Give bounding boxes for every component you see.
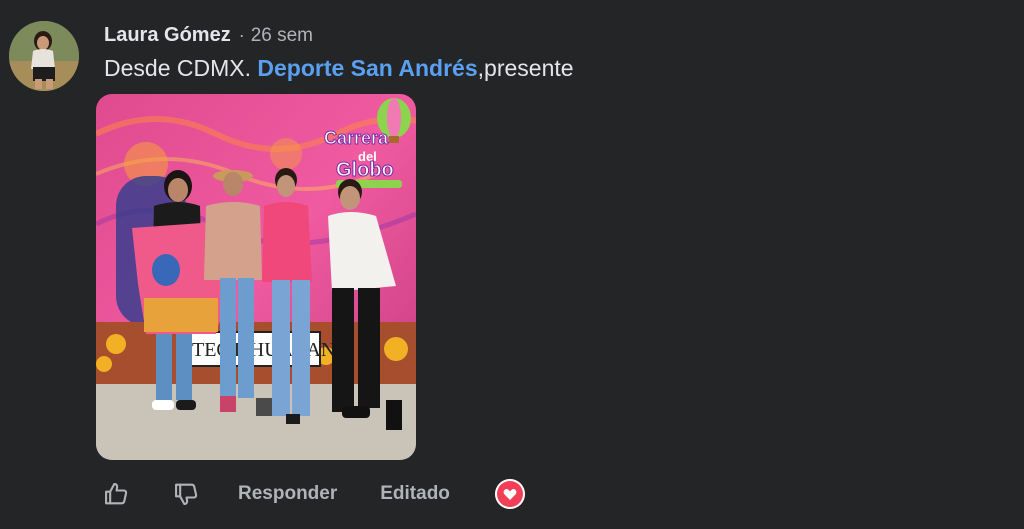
comment-header: Laura Gómez · 26 sem (104, 24, 313, 47)
separator-dot: · (238, 25, 245, 45)
mention-link[interactable]: Deporte San Andrés (257, 55, 477, 81)
photo-image: Carrera del Globo TEOTIHUACAN (96, 94, 416, 460)
like-button[interactable] (100, 478, 132, 510)
author-name[interactable]: Laura Gómez (104, 24, 231, 47)
photo-sign-text: TEOTIHUACAN (192, 339, 335, 361)
comment-timestamp[interactable]: 26 sem (251, 25, 313, 47)
thumbs-up-icon (105, 482, 128, 505)
comment-text-prefix: Desde CDMX. (104, 55, 258, 81)
heart-reaction-icon (503, 489, 517, 500)
thumbs-down-icon (175, 483, 198, 506)
dislike-button[interactable] (170, 478, 202, 510)
reply-button[interactable]: Responder (238, 483, 337, 505)
comment-actions: Responder Editado (100, 478, 525, 510)
comment-text-suffix: ,presente (477, 55, 574, 81)
comment-text: Desde CDMX. Deporte San Andrés,presente (104, 55, 574, 82)
heart-reaction-badge[interactable] (494, 479, 525, 509)
banner-title-line1: Carrera (324, 128, 389, 148)
author-avatar[interactable] (9, 21, 79, 91)
comment-photo[interactable]: Carrera del Globo TEOTIHUACAN (96, 94, 416, 460)
edited-label[interactable]: Editado (380, 483, 450, 505)
avatar-image (9, 21, 79, 91)
banner-title-line3: Globo (336, 159, 394, 181)
